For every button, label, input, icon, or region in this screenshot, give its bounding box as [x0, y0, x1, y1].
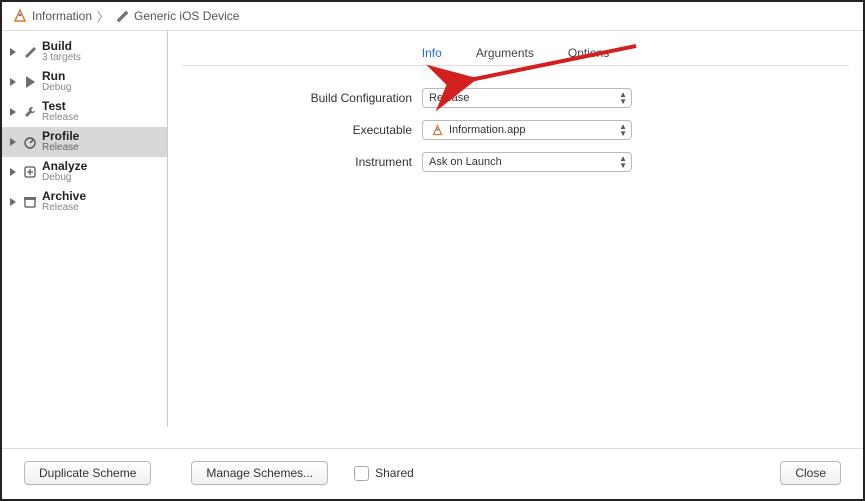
build-icon [22, 44, 38, 60]
sidebar-item-subtitle: Release [42, 203, 86, 214]
shared-checkbox[interactable]: Shared [354, 466, 414, 481]
disclosure-icon [10, 48, 16, 56]
instrument-label: Instrument [182, 155, 422, 169]
build-configuration-value: Release [429, 92, 469, 104]
tab-bar: Info Arguments Options [182, 41, 849, 66]
tab-options[interactable]: Options [560, 42, 617, 64]
stepper-icon: ▲▼ [619, 155, 627, 169]
executable-select[interactable]: Information.app ▲▼ [422, 120, 632, 140]
disclosure-icon [10, 138, 16, 146]
build-configuration-select[interactable]: Release ▲▼ [422, 88, 632, 108]
scheme-action-list: Build 3 targets Run Debug Test Release [2, 31, 168, 427]
executable-label: Executable [182, 123, 422, 137]
checkbox-icon [354, 466, 369, 481]
duplicate-scheme-button[interactable]: Duplicate Scheme [24, 461, 151, 485]
instrument-value: Ask on Launch [429, 156, 502, 168]
sidebar-item-build[interactable]: Build 3 targets [2, 37, 167, 67]
sidebar-item-subtitle: 3 targets [42, 53, 81, 64]
instrument-select[interactable]: Ask on Launch ▲▼ [422, 152, 632, 172]
sidebar-item-run[interactable]: Run Debug [2, 67, 167, 97]
tab-info[interactable]: Info [414, 42, 450, 64]
breadcrumb-target-label: Generic iOS Device [134, 9, 239, 23]
sidebar-item-subtitle: Debug [42, 83, 71, 94]
disclosure-icon [10, 168, 16, 176]
app-icon [429, 124, 445, 137]
disclosure-icon [10, 108, 16, 116]
profile-info-form: Build Configuration Release ▲▼ Executabl… [182, 82, 849, 178]
sidebar-item-profile[interactable]: Profile Release [2, 127, 167, 157]
breadcrumb-project[interactable]: Information [12, 8, 92, 24]
build-configuration-label: Build Configuration [182, 91, 422, 105]
play-icon [22, 74, 38, 90]
sidebar-item-subtitle: Release [42, 143, 79, 154]
breadcrumb-project-label: Information [32, 9, 92, 23]
app-icon [12, 8, 28, 24]
shared-label: Shared [375, 466, 414, 480]
archive-icon [22, 194, 38, 210]
sidebar-item-subtitle: Debug [42, 173, 87, 184]
gauge-icon [22, 134, 38, 150]
disclosure-icon [10, 78, 16, 86]
executable-value: Information.app [449, 124, 525, 136]
manage-schemes-button[interactable]: Manage Schemes... [191, 461, 328, 485]
footer-bar: Duplicate Scheme Manage Schemes... Share… [2, 448, 863, 499]
stepper-icon: ▲▼ [619, 123, 627, 137]
wrench-icon [22, 104, 38, 120]
chevron-right-icon: 〉 [97, 8, 109, 25]
sidebar-item-archive[interactable]: Archive Release [2, 187, 167, 217]
stepper-icon: ▲▼ [619, 91, 627, 105]
sidebar-item-test[interactable]: Test Release [2, 97, 167, 127]
breadcrumb: Information 〉 Generic iOS Device [2, 2, 863, 30]
disclosure-icon [10, 198, 16, 206]
sidebar-item-subtitle: Release [42, 113, 79, 124]
hammer-icon [114, 8, 130, 24]
main-panel: Info Arguments Options Build Configurati… [168, 31, 863, 427]
scheme-editor-window: { "breadcrumb": { "project": "Informatio… [0, 0, 865, 501]
close-button[interactable]: Close [780, 461, 841, 485]
sidebar-item-analyze[interactable]: Analyze Debug [2, 157, 167, 187]
analyze-icon [22, 164, 38, 180]
tab-arguments[interactable]: Arguments [468, 42, 542, 64]
breadcrumb-target[interactable]: Generic iOS Device [114, 8, 239, 24]
